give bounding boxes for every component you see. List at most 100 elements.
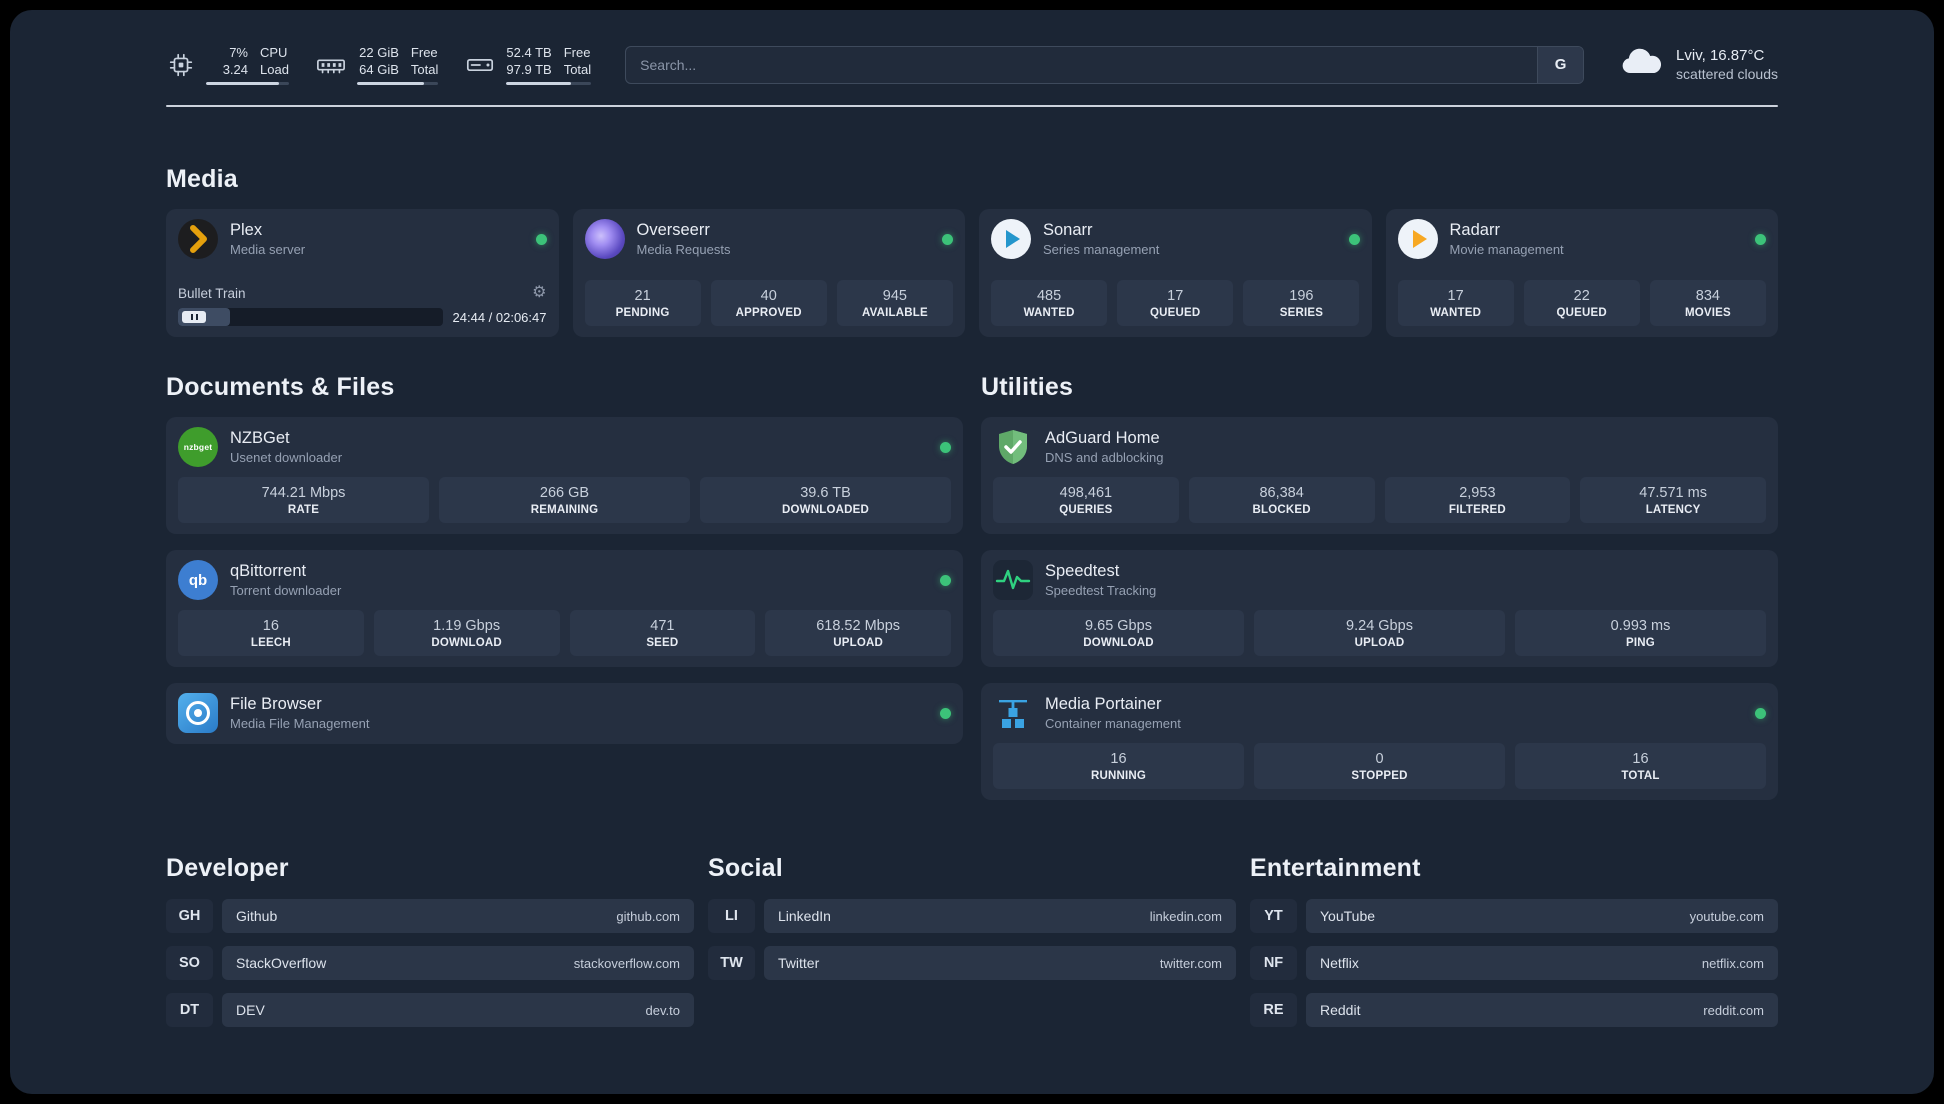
stat-label: QUEUED bbox=[1150, 307, 1201, 319]
memory-widget: 22 GiB 64 GiB Free Total bbox=[315, 44, 439, 85]
stat-label: QUERIES bbox=[1059, 504, 1113, 516]
service-subtitle: Usenet downloader bbox=[230, 450, 343, 465]
stat-box: 834 MOVIES bbox=[1649, 280, 1766, 326]
service-card-speedtest[interactable]: Speedtest Speedtest Tracking 9.65 Gbps D… bbox=[981, 550, 1778, 667]
stat-label: BLOCKED bbox=[1252, 504, 1311, 516]
service-card-radarr[interactable]: Radarr Movie management 17 WANTED 22 QUE… bbox=[1385, 209, 1778, 337]
cpu-usage-fill bbox=[206, 82, 279, 85]
stat-value: 86,384 bbox=[1259, 485, 1304, 501]
service-title: Speedtest bbox=[1045, 562, 1120, 580]
service-subtitle: Movie management bbox=[1449, 242, 1564, 257]
stat-box: 40 APPROVED bbox=[710, 280, 827, 326]
service-card-overseerr[interactable]: Overseerr Media Requests 21 PENDING 40 A… bbox=[572, 209, 965, 337]
bookmark-abbr: RE bbox=[1250, 993, 1297, 1027]
stat-label: TOTAL bbox=[1621, 770, 1660, 782]
stat-box: 618.52 Mbps UPLOAD bbox=[765, 610, 951, 656]
bookmark-name: Github bbox=[236, 908, 278, 924]
service-subtitle: Speedtest Tracking bbox=[1045, 583, 1157, 598]
service-title: Overseerr bbox=[636, 221, 710, 239]
stat-label: SERIES bbox=[1279, 307, 1324, 319]
cpu-percent: 7% bbox=[229, 45, 248, 60]
cpu-label: CPU bbox=[260, 45, 288, 60]
documents-column: Documents & Files nzbget NZBGet Usenet d… bbox=[166, 373, 963, 800]
settings-gear-icon[interactable]: ⚙ bbox=[532, 285, 546, 301]
service-card-sonarr[interactable]: Sonarr Series management 485 WANTED 17 Q… bbox=[979, 209, 1372, 337]
stat-value: 744.21 Mbps bbox=[261, 485, 346, 501]
service-subtitle: Container management bbox=[1045, 716, 1181, 731]
bookmark-link-stackoverflow[interactable]: StackOverflow stackoverflow.com bbox=[222, 946, 694, 980]
stat-row: 498,461 QUERIES 86,384 BLOCKED 2,953 FIL… bbox=[993, 477, 1766, 523]
stat-box: 21 PENDING bbox=[584, 280, 701, 326]
stat-box: 16 RUNNING bbox=[993, 743, 1244, 789]
stat-value: 9.65 Gbps bbox=[1085, 618, 1152, 634]
stat-box: 196 SERIES bbox=[1243, 280, 1360, 326]
bookmark-link-youtube[interactable]: YouTube youtube.com bbox=[1306, 899, 1778, 933]
resource-widgets: 7% 3.24 CPU Load 22 GiB 64 GiB Free Tota… bbox=[166, 44, 592, 85]
stat-value: 17 bbox=[1167, 288, 1184, 304]
playback-progress-bar[interactable] bbox=[178, 308, 443, 326]
memory-total-label: Total bbox=[410, 62, 439, 77]
service-card-filebrowser[interactable]: File Browser Media File Management bbox=[166, 683, 963, 744]
stat-value: 498,461 bbox=[1059, 485, 1113, 501]
stat-value: 16 bbox=[262, 618, 279, 634]
service-subtitle: Media File Management bbox=[230, 716, 370, 731]
service-card-adguard[interactable]: AdGuard Home DNS and adblocking 498,461 … bbox=[981, 417, 1778, 534]
bookmark-link-twitter[interactable]: Twitter twitter.com bbox=[764, 946, 1236, 980]
bookmark-row: TW Twitter twitter.com bbox=[708, 946, 1236, 980]
stat-label: WANTED bbox=[1430, 307, 1482, 319]
stat-box: 945 AVAILABLE bbox=[836, 280, 953, 326]
stat-box: 47.571 ms LATENCY bbox=[1580, 477, 1766, 523]
dashboard: 7% 3.24 CPU Load 22 GiB 64 GiB Free Tota… bbox=[10, 10, 1934, 1094]
bookmark-name: Twitter bbox=[778, 955, 820, 971]
stat-value: 2,953 bbox=[1459, 485, 1496, 501]
stat-box: 266 GB REMAINING bbox=[439, 477, 690, 523]
service-title: qBittorrent bbox=[230, 562, 307, 580]
filebrowser-icon bbox=[178, 693, 218, 733]
service-card-nzbget[interactable]: nzbget NZBGet Usenet downloader 744.21 M… bbox=[166, 417, 963, 534]
pause-button[interactable] bbox=[182, 311, 206, 323]
stat-box: 1.19 Gbps DOWNLOAD bbox=[373, 610, 560, 656]
bookmark-link-linkedin[interactable]: LinkedIn linkedin.com bbox=[764, 899, 1236, 933]
stat-label: LEECH bbox=[250, 637, 291, 649]
cpu-widget: 7% 3.24 CPU Load bbox=[166, 44, 289, 85]
bookmark-name: YouTube bbox=[1320, 908, 1376, 924]
stat-label: LATENCY bbox=[1645, 504, 1701, 516]
bookmark-link-github[interactable]: Github github.com bbox=[222, 899, 694, 933]
stat-box: 9.65 Gbps DOWNLOAD bbox=[993, 610, 1244, 656]
service-card-portainer[interactable]: Media Portainer Container management 16 … bbox=[981, 683, 1778, 800]
stat-value: 0.993 ms bbox=[1610, 618, 1671, 634]
stat-value: 945 bbox=[882, 288, 907, 304]
bookmark-row: NF Netflix netflix.com bbox=[1250, 946, 1778, 980]
bookmark-url: twitter.com bbox=[1159, 955, 1222, 971]
bookmark-link-netflix[interactable]: Netflix netflix.com bbox=[1306, 946, 1778, 980]
bookmark-url: dev.to bbox=[645, 1002, 680, 1018]
cloud-icon bbox=[1618, 46, 1664, 83]
now-playing-title: Bullet Train bbox=[178, 285, 246, 301]
search-engine-button[interactable]: G bbox=[1537, 46, 1584, 83]
service-card-plex[interactable]: Plex Media server Bullet Train ⚙ 24:44 /… bbox=[166, 209, 559, 337]
memory-total-value: 64 GiB bbox=[359, 62, 399, 77]
stat-row: 485 WANTED 17 QUEUED 196 SERIES bbox=[991, 280, 1360, 326]
section-title-developer: Developer bbox=[166, 854, 289, 882]
bookmark-link-dev[interactable]: DEV dev.to bbox=[222, 993, 694, 1027]
bookmark-url: github.com bbox=[616, 908, 680, 924]
service-card-qbittorrent[interactable]: qb qBittorrent Torrent downloader 16 LEE… bbox=[166, 550, 963, 667]
weather-location: Lviv, 16.87°C bbox=[1676, 47, 1765, 64]
adguard-icon bbox=[993, 427, 1033, 467]
disk-drive-icon bbox=[464, 50, 496, 80]
memory-free-label: Free bbox=[410, 45, 438, 60]
bookmark-link-reddit[interactable]: Reddit reddit.com bbox=[1306, 993, 1778, 1027]
stat-box: 16 LEECH bbox=[178, 610, 364, 656]
service-subtitle: DNS and adblocking bbox=[1045, 450, 1164, 465]
bookmark-abbr: DT bbox=[166, 993, 213, 1027]
bookmark-group-social: Social LI LinkedIn linkedin.com TW Twitt… bbox=[708, 854, 1236, 1040]
stat-value: 834 bbox=[1695, 288, 1720, 304]
section-title-media: Media bbox=[166, 165, 238, 193]
nzbget-icon: nzbget bbox=[178, 427, 218, 467]
search-input[interactable] bbox=[626, 46, 1538, 83]
disk-widget: 52.4 TB 97.9 TB Free Total bbox=[464, 44, 592, 85]
stat-value: 39.6 TB bbox=[800, 485, 851, 501]
stat-label: STOPPED bbox=[1351, 770, 1408, 782]
stat-value: 17 bbox=[1447, 288, 1464, 304]
stat-box: 17 QUEUED bbox=[1117, 280, 1234, 326]
